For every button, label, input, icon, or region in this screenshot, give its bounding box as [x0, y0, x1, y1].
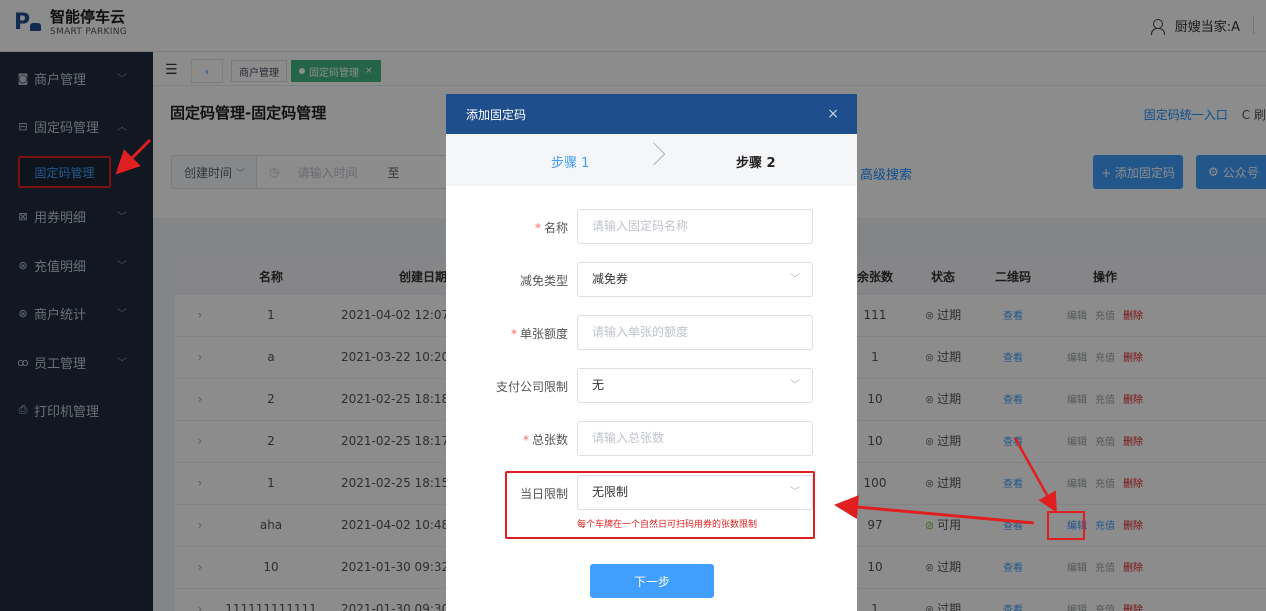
form-row-pay-limit: 支付公司限制 无 ﹀ — [446, 368, 857, 404]
steps-bar: 步骤 1 步骤 2 — [446, 134, 857, 186]
name-input[interactable]: 请输入固定码名称 — [577, 209, 813, 244]
field-label: * 总张数 — [522, 433, 568, 447]
select-value: 减免券 — [592, 272, 629, 286]
next-step-button[interactable]: 下一步 — [590, 564, 714, 598]
field-label: 减免类型 — [519, 274, 568, 288]
field-label: 支付公司限制 — [495, 380, 568, 394]
total-input[interactable]: 请输入总张数 — [577, 421, 813, 456]
form-row-name: * 名称 请输入固定码名称 — [446, 209, 857, 245]
dialog-header: 添加固定码 × — [446, 94, 857, 134]
daily-limit-hint: 每个车牌在一个自然日可扫码用券的张数限制 — [577, 520, 758, 530]
chevron-down-icon: ﹀ — [790, 274, 800, 285]
discount-type-select[interactable]: 减免券 ﹀ — [577, 262, 813, 297]
select-value: 无限制 — [592, 485, 629, 499]
chevron-down-icon: ﹀ — [790, 487, 800, 498]
chevron-right-icon — [642, 142, 666, 166]
dialog-title: 添加固定码 — [466, 107, 527, 122]
step-2: 步骤 2 — [736, 156, 776, 171]
pay-limit-select[interactable]: 无 ﹀ — [577, 368, 813, 403]
form-row-total: * 总张数 请输入总张数 — [446, 421, 857, 457]
select-value: 无 — [592, 378, 605, 392]
form-row-daily-limit: 当日限制 无限制 ﹀ 每个车牌在一个自然日可扫码用券的张数限制 — [446, 475, 857, 530]
field-label: * 名称 — [534, 221, 568, 235]
field-label: 当日限制 — [519, 487, 568, 501]
daily-limit-select[interactable]: 无限制 ﹀ — [577, 475, 813, 510]
form-row-discount-type: 减免类型 减免券 ﹀ — [446, 262, 857, 298]
step-1[interactable]: 步骤 1 — [551, 152, 589, 171]
form-row-amount: * 单张额度 请输入单张的额度 — [446, 315, 857, 351]
field-label: * 单张额度 — [510, 327, 568, 341]
chevron-down-icon: ﹀ — [790, 380, 800, 391]
add-fixed-code-dialog: 添加固定码 × 步骤 1 步骤 2 * 名称 请输入固定码名称 减免类型 减免券 ﹀… — [446, 94, 857, 611]
annotation-highlight-box — [1047, 511, 1085, 540]
amount-input[interactable]: 请输入单张的额度 — [577, 315, 813, 350]
close-icon[interactable]: × — [827, 106, 839, 122]
